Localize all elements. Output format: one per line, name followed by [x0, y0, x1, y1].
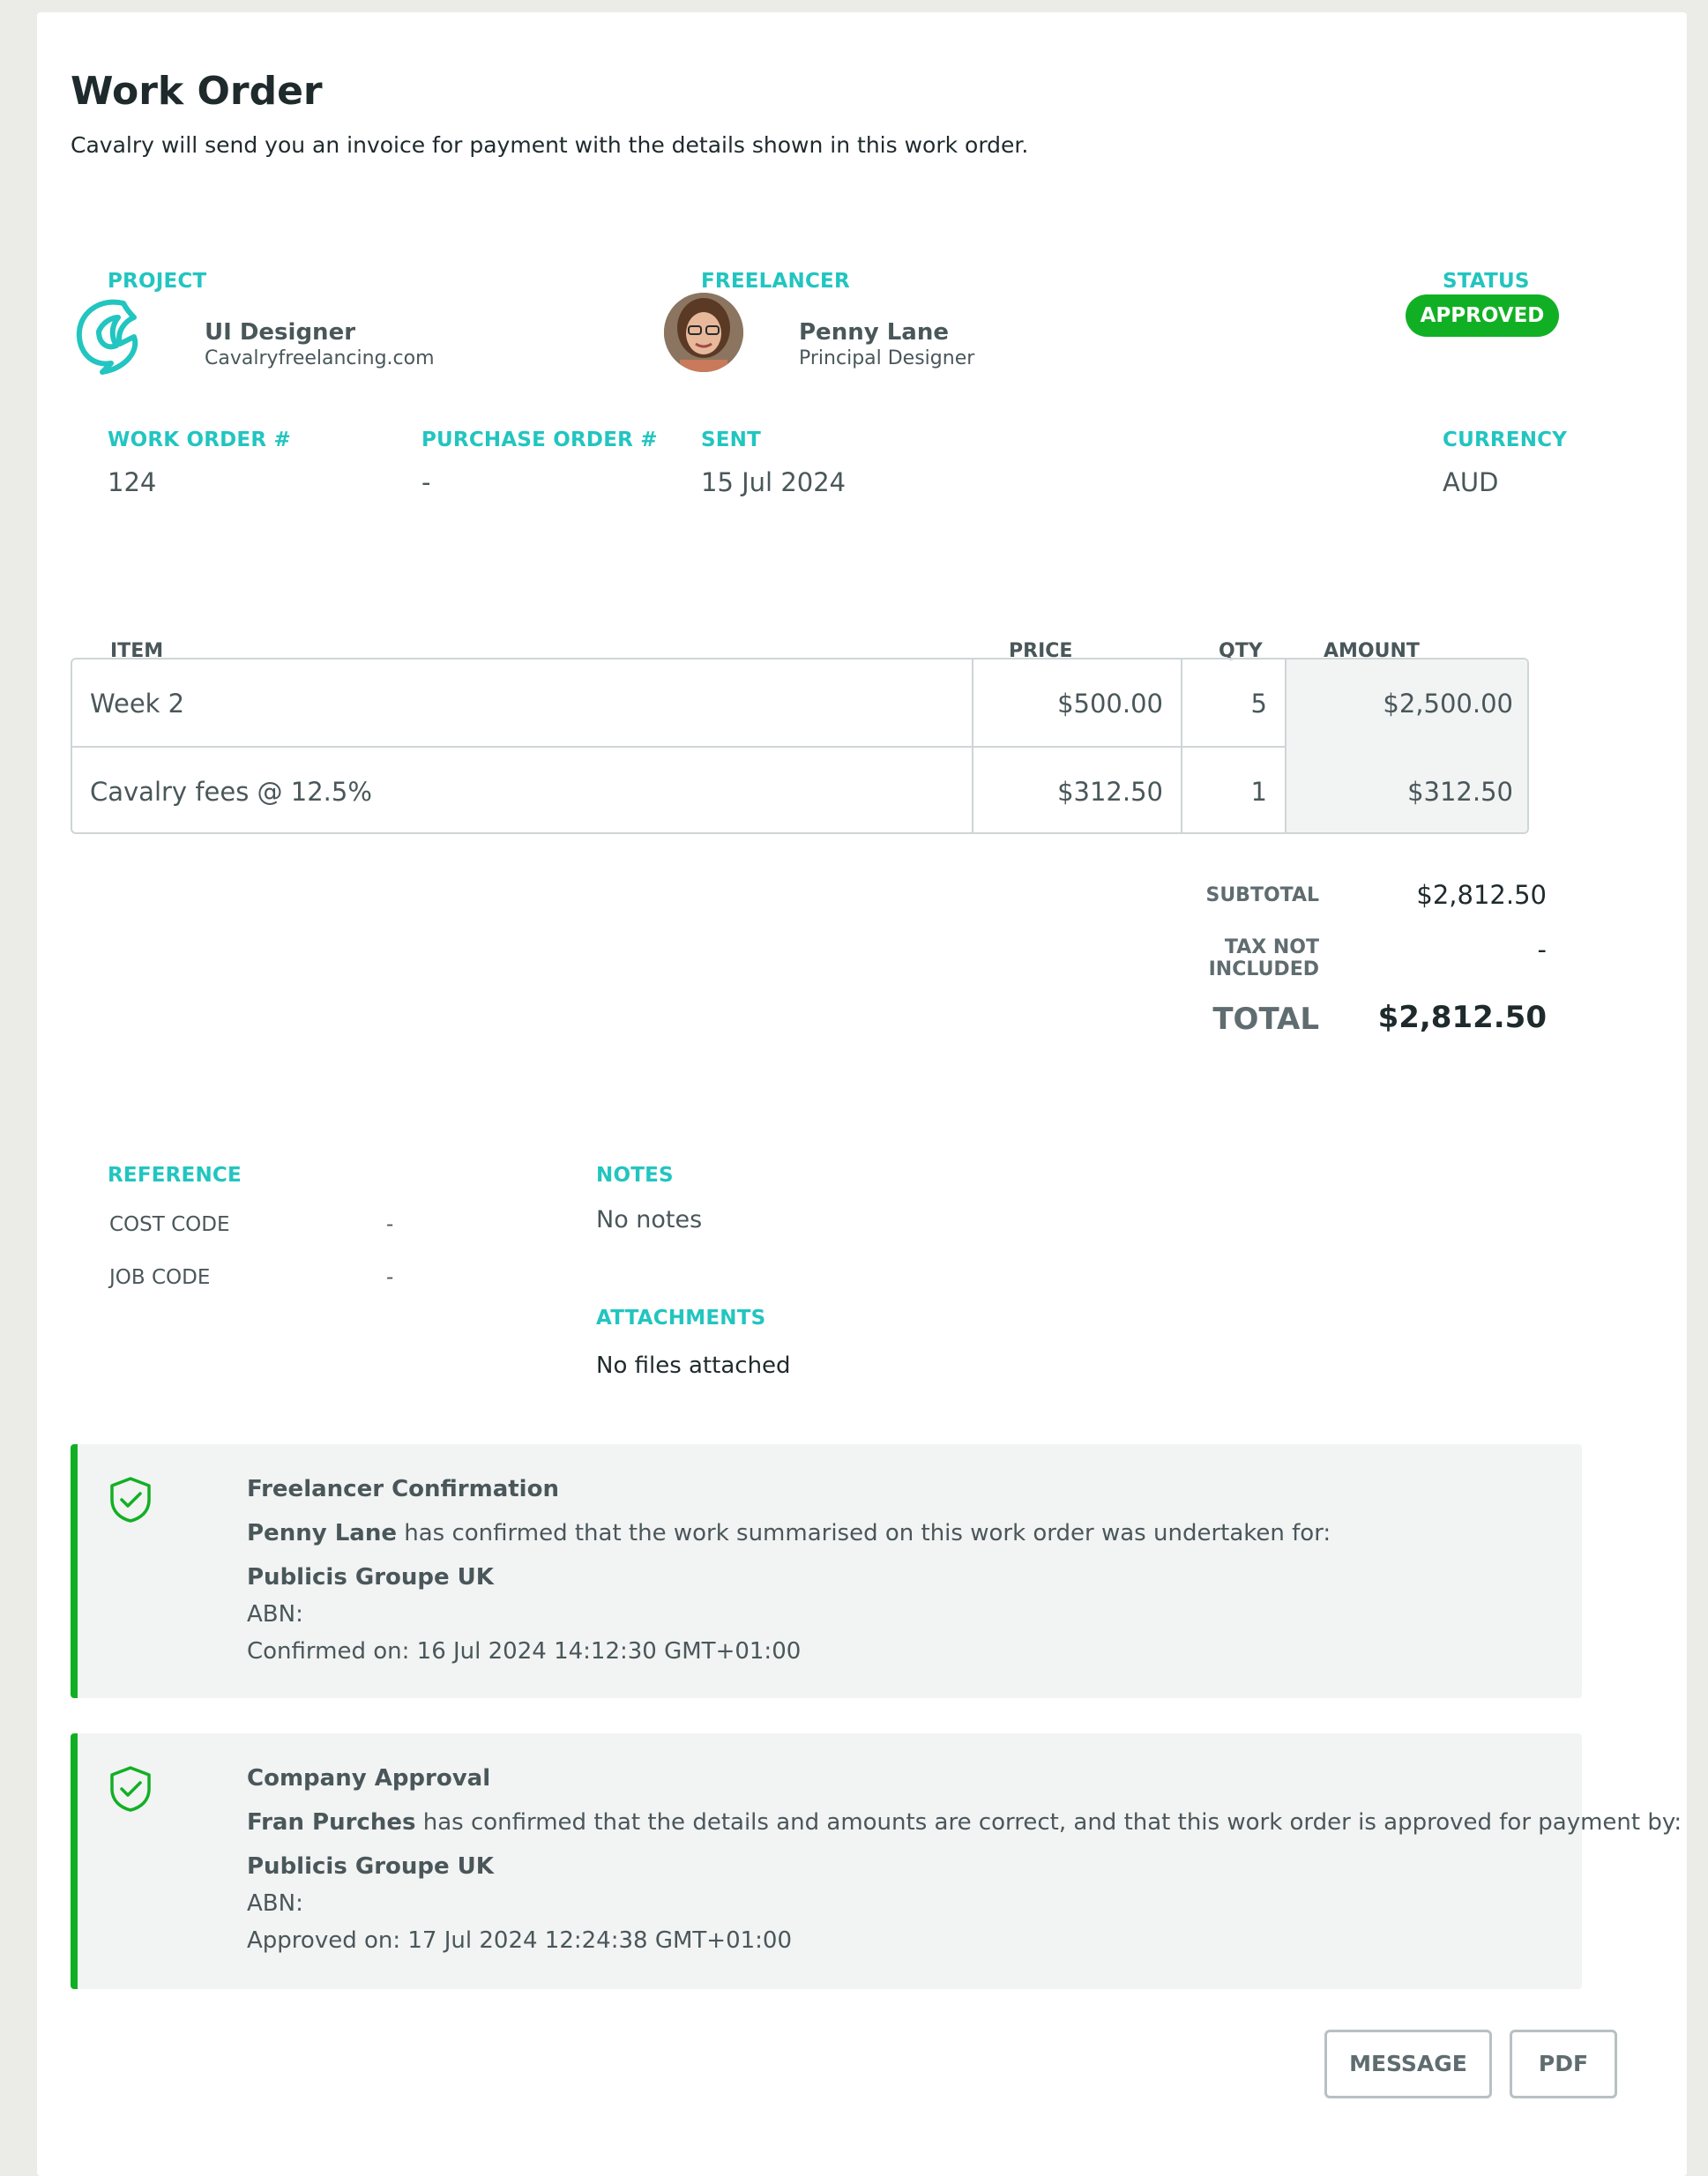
- approval-date: Approved on: 17 Jul 2024 12:24:38 GMT+01…: [247, 1927, 793, 1954]
- cost-code-value: -: [386, 1213, 394, 1236]
- shield-check-icon: [110, 1766, 151, 1812]
- attachments-label: ATTACHMENTS: [596, 1307, 766, 1330]
- avatar: [664, 293, 743, 372]
- work-order-number: 124: [108, 467, 157, 497]
- attachments-value: No files attached: [596, 1353, 791, 1379]
- cost-code-label: COST CODE: [109, 1213, 230, 1236]
- company-approval-panel: Company Approval Fran Purches has confir…: [71, 1733, 1682, 1989]
- table-row: Week 2 $500.00 5 $2,500.00: [72, 660, 1527, 748]
- work-order-number-label: WORK ORDER #: [108, 428, 291, 451]
- freelancer-name: Penny Lane: [799, 319, 949, 346]
- price-cell: $312.50: [972, 748, 1181, 832]
- approval-statement: has confirmed that the details and amoun…: [415, 1809, 1682, 1836]
- qty-cell: 5: [1181, 660, 1285, 748]
- amount-cell: $312.50: [1285, 748, 1527, 832]
- cavalry-logo-icon: [76, 299, 138, 375]
- confirmation-date: Confirmed on: 16 Jul 2024 14:12:30 GMT+0…: [247, 1638, 802, 1665]
- confirmation-company: Publicis Groupe UK: [247, 1564, 494, 1591]
- job-code-value: -: [386, 1266, 394, 1289]
- freelancer-confirmation-text: Penny Lane has confirmed that the work s…: [247, 1520, 1331, 1546]
- tax-label-line1: TAX NOT: [1224, 936, 1319, 958]
- freelancer-confirmation-panel: Freelancer Confirmation Penny Lane has c…: [71, 1444, 1582, 1698]
- subtotal-value: $2,812.50: [1416, 880, 1547, 910]
- approval-abn: ABN:: [247, 1890, 303, 1917]
- line-items-table: Week 2 $500.00 5 $2,500.00 Cavalry fees …: [71, 658, 1529, 834]
- item-cell: Cavalry fees @ 12.5%: [90, 777, 372, 807]
- tax-value: -: [1537, 935, 1547, 965]
- amount-cell: $2,500.00: [1285, 660, 1527, 748]
- item-cell: Week 2: [90, 689, 185, 719]
- confirming-person: Penny Lane: [247, 1520, 397, 1546]
- page-title: Work Order: [71, 69, 323, 114]
- sent-label: SENT: [701, 428, 762, 451]
- approving-person: Fran Purches: [247, 1809, 416, 1836]
- total-value: $2,812.50: [1377, 1000, 1547, 1035]
- job-code-label: JOB CODE: [109, 1266, 211, 1289]
- purchase-order-number: -: [421, 467, 431, 497]
- company-approval-text: Fran Purches has confirmed that the deta…: [247, 1809, 1682, 1836]
- currency-value: AUD: [1443, 467, 1499, 497]
- message-button[interactable]: MESSAGE: [1324, 2030, 1492, 2098]
- freelancer-label: FREELANCER: [701, 270, 850, 293]
- page-subtitle: Cavalry will send you an invoice for pay…: [71, 132, 1029, 158]
- confirmation-abn: ABN:: [247, 1601, 303, 1628]
- freelancer-confirmation-title: Freelancer Confirmation: [247, 1476, 559, 1502]
- tax-label-line2: INCLUDED: [1208, 958, 1319, 980]
- company-approval-title: Company Approval: [247, 1765, 491, 1792]
- notes-value: No notes: [596, 1206, 703, 1233]
- qty-cell: 1: [1181, 748, 1285, 832]
- reference-label: REFERENCE: [108, 1164, 242, 1187]
- project-label: PROJECT: [108, 270, 207, 293]
- sent-date: 15 Jul 2024: [701, 467, 847, 497]
- status-badge: APPROVED: [1406, 294, 1559, 337]
- freelancer-role: Principal Designer: [799, 347, 975, 369]
- shield-check-icon: [110, 1477, 151, 1523]
- table-row: Cavalry fees @ 12.5% $312.50 1 $312.50: [72, 748, 1527, 832]
- total-label: TOTAL: [1212, 1002, 1319, 1037]
- status-label: STATUS: [1443, 270, 1530, 293]
- pdf-button[interactable]: PDF: [1510, 2030, 1617, 2098]
- confirmation-statement: has confirmed that the work summarised o…: [396, 1520, 1331, 1546]
- price-cell: $500.00: [972, 660, 1181, 748]
- project-name: UI Designer: [205, 319, 356, 346]
- project-site: Cavalryfreelancing.com: [205, 347, 435, 369]
- currency-label: CURRENCY: [1443, 428, 1568, 451]
- notes-label: NOTES: [596, 1164, 674, 1187]
- subtotal-label: SUBTOTAL: [1205, 884, 1319, 906]
- approval-company: Publicis Groupe UK: [247, 1853, 494, 1880]
- purchase-order-label: PURCHASE ORDER #: [421, 428, 658, 451]
